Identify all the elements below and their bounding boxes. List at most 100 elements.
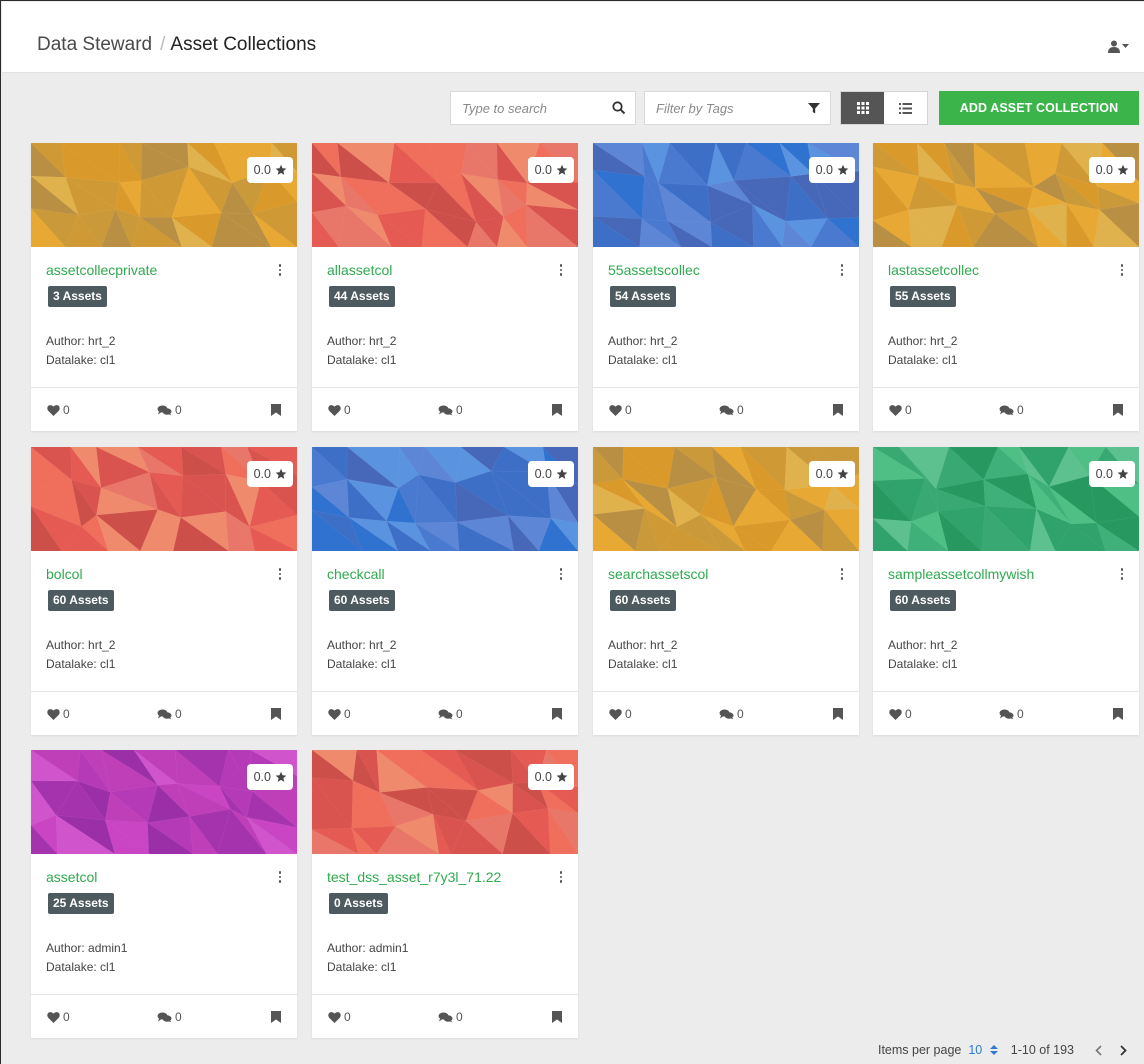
- collection-title[interactable]: assetcollecprivate: [46, 262, 157, 278]
- datalake-text: Datalake: cl1: [888, 353, 958, 367]
- bookmark-icon[interactable]: [271, 404, 281, 416]
- breadcrumb-root[interactable]: Data Steward: [37, 34, 152, 55]
- collection-card[interactable]: 0.0 lastassetcollec 55 Assets Author: hr…: [873, 143, 1139, 431]
- comment-button[interactable]: 0: [438, 707, 463, 721]
- collection-card[interactable]: 0.0 allassetcol 44 Assets Author: hrt_2 …: [312, 143, 578, 431]
- more-options-icon[interactable]: [556, 871, 566, 887]
- filter-icon[interactable]: [807, 101, 821, 115]
- collection-card[interactable]: 0.0 searchassetscol 60 Assets Author: hr…: [593, 447, 859, 735]
- bookmark-icon[interactable]: [833, 404, 843, 416]
- comment-button[interactable]: 0: [157, 403, 182, 417]
- items-per-page-label: Items per page: [877, 1043, 962, 1057]
- comment-button[interactable]: 0: [999, 403, 1024, 417]
- author-text: Author: hrt_2: [46, 638, 116, 652]
- more-options-icon[interactable]: [556, 264, 566, 280]
- comment-button[interactable]: 0: [719, 403, 744, 417]
- rating-value: 0.0: [1095, 163, 1113, 177]
- collection-title[interactable]: sampleassetcollmywish: [888, 566, 1034, 582]
- add-asset-collection-button[interactable]: ADD ASSET COLLECTION: [939, 91, 1139, 125]
- collection-card[interactable]: 0.0 55assetscollec 54 Assets Author: hrt…: [593, 143, 859, 431]
- collection-card[interactable]: 0.0 assetcollecprivate 3 Assets Author: …: [31, 143, 297, 431]
- items-per-page-value: 10: [968, 1043, 983, 1057]
- collection-title[interactable]: searchassetscol: [608, 566, 708, 582]
- collection-card[interactable]: 0.0 assetcol 25 Assets Author: admin1 Da…: [31, 750, 297, 1038]
- comment-button[interactable]: 0: [157, 707, 182, 721]
- collection-card[interactable]: 0.0 test_dss_asset_r7y3l_71.22 0 Assets …: [312, 750, 578, 1038]
- like-count: 0: [625, 707, 632, 721]
- pagination-range: 1-10 of 193: [1010, 1043, 1074, 1057]
- list-view-button[interactable]: [884, 92, 927, 124]
- collection-title[interactable]: allassetcol: [327, 262, 392, 278]
- comments-icon: [157, 709, 172, 719]
- more-options-icon[interactable]: [275, 871, 285, 887]
- comment-count: 0: [175, 1010, 182, 1024]
- star-icon: [1117, 164, 1129, 175]
- bookmark-icon[interactable]: [833, 708, 843, 720]
- star-icon: [1117, 468, 1129, 479]
- bookmark-icon[interactable]: [271, 1011, 281, 1023]
- bookmark-icon[interactable]: [1113, 708, 1123, 720]
- author-text: Author: admin1: [327, 941, 409, 955]
- tags-filter: [644, 91, 831, 125]
- collection-title[interactable]: bolcol: [46, 566, 83, 582]
- user-menu[interactable]: [1108, 38, 1130, 54]
- tags-filter-input[interactable]: [645, 100, 795, 116]
- like-button[interactable]: 0: [609, 403, 632, 417]
- list-view-icon: [899, 102, 912, 114]
- more-options-icon[interactable]: [1117, 264, 1127, 280]
- items-per-page-select[interactable]: 10: [968, 1043, 998, 1057]
- bookmark-icon[interactable]: [552, 404, 562, 416]
- prev-page-button[interactable]: [1089, 1043, 1107, 1057]
- more-options-icon[interactable]: [837, 264, 847, 280]
- collection-title[interactable]: test_dss_asset_r7y3l_71.22: [327, 869, 501, 885]
- collection-title[interactable]: assetcol: [46, 869, 97, 885]
- like-button[interactable]: 0: [328, 707, 351, 721]
- collection-title[interactable]: lastassetcollec: [888, 262, 979, 278]
- comment-button[interactable]: 0: [438, 403, 463, 417]
- like-button[interactable]: 0: [889, 707, 912, 721]
- more-options-icon[interactable]: [275, 264, 285, 280]
- collection-title[interactable]: checkcall: [327, 566, 385, 582]
- like-button[interactable]: 0: [47, 403, 70, 417]
- comment-button[interactable]: 0: [999, 707, 1024, 721]
- like-button[interactable]: 0: [47, 1010, 70, 1024]
- comment-button[interactable]: 0: [719, 707, 744, 721]
- more-options-icon[interactable]: [1117, 568, 1127, 584]
- more-options-icon[interactable]: [556, 568, 566, 584]
- rating-value: 0.0: [253, 467, 271, 481]
- datalake-text: Datalake: cl1: [888, 657, 958, 671]
- like-button[interactable]: 0: [328, 1010, 351, 1024]
- author-text: Author: hrt_2: [888, 334, 958, 348]
- like-count: 0: [344, 403, 351, 417]
- more-options-icon[interactable]: [275, 568, 285, 584]
- like-button[interactable]: 0: [47, 707, 70, 721]
- like-button[interactable]: 0: [328, 403, 351, 417]
- card-footer: 0 0: [312, 691, 578, 735]
- like-button[interactable]: 0: [889, 403, 912, 417]
- bookmark-icon[interactable]: [1113, 404, 1123, 416]
- bookmark-icon[interactable]: [552, 1011, 562, 1023]
- collection-card[interactable]: 0.0 bolcol 60 Assets Author: hrt_2 Datal…: [31, 447, 297, 735]
- search-input[interactable]: [451, 100, 601, 116]
- collection-card[interactable]: 0.0 sampleassetcollmywish 60 Assets Auth…: [873, 447, 1139, 735]
- caret-down-icon: [1122, 43, 1129, 48]
- rating-value: 0.0: [534, 163, 552, 177]
- collection-title[interactable]: 55assetscollec: [608, 262, 700, 278]
- collection-card[interactable]: 0.0 checkcall 60 Assets Author: hrt_2 Da…: [312, 447, 578, 735]
- datalake-text: Datalake: cl1: [46, 353, 116, 367]
- like-button[interactable]: 0: [609, 707, 632, 721]
- comments-icon: [438, 405, 453, 415]
- bookmark-icon[interactable]: [271, 708, 281, 720]
- heart-icon: [609, 708, 622, 720]
- comment-count: 0: [456, 403, 463, 417]
- bookmark-icon[interactable]: [552, 708, 562, 720]
- search-icon[interactable]: [612, 101, 626, 115]
- like-count: 0: [344, 707, 351, 721]
- more-options-icon[interactable]: [837, 568, 847, 584]
- rating-value: 0.0: [534, 467, 552, 481]
- next-page-button[interactable]: [1114, 1043, 1132, 1057]
- comment-button[interactable]: 0: [157, 1010, 182, 1024]
- card-footer: 0 0: [31, 387, 297, 431]
- grid-view-button[interactable]: [841, 92, 884, 124]
- comment-button[interactable]: 0: [438, 1010, 463, 1024]
